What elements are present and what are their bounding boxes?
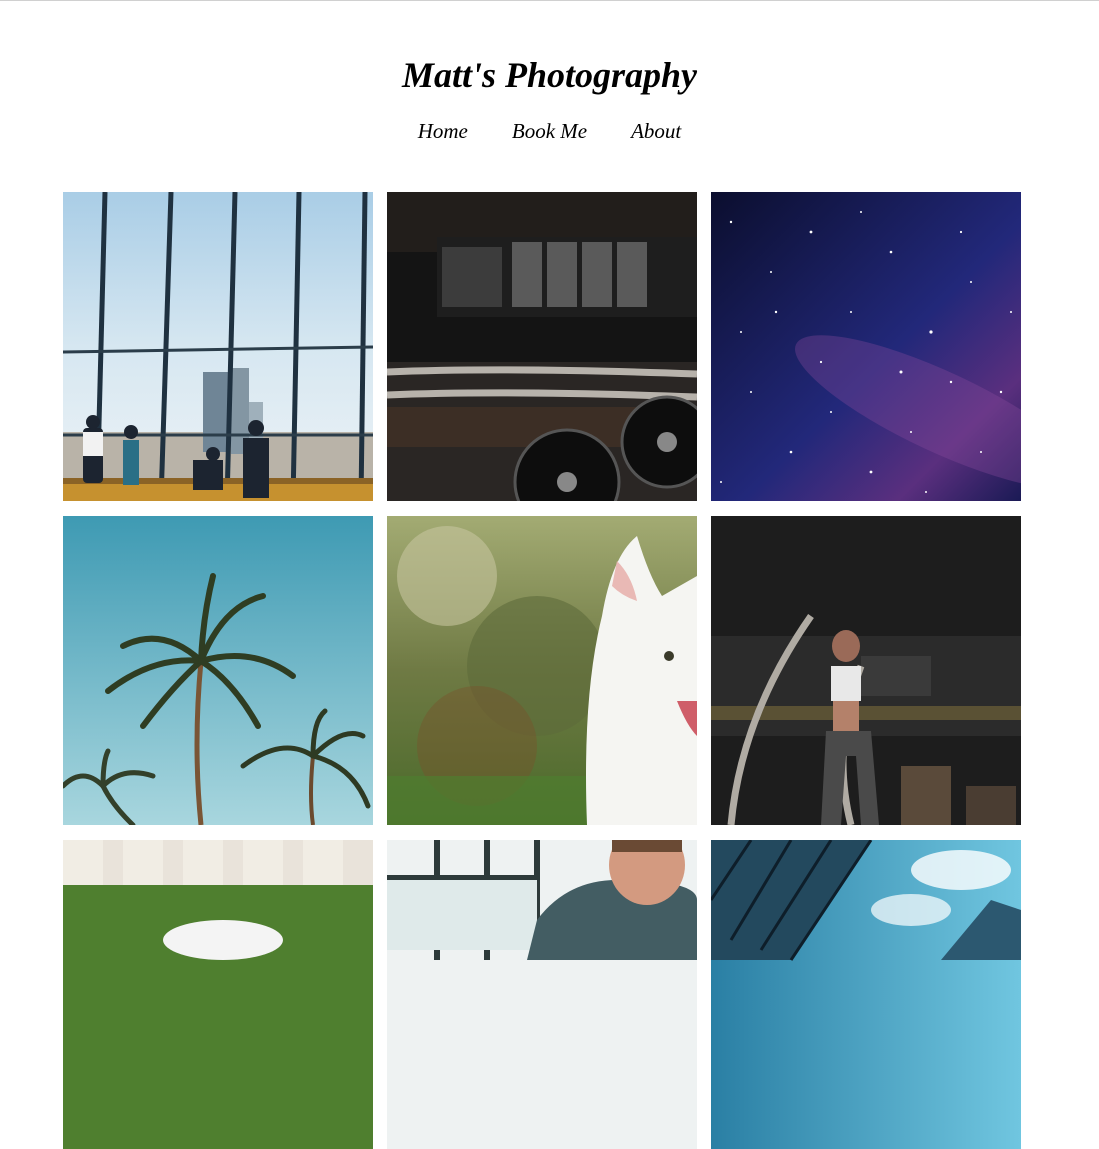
- gallery-photo-stars[interactable]: [711, 192, 1021, 501]
- gallery-photo-fence[interactable]: [63, 840, 373, 1149]
- nav-book-me-link[interactable]: Book Me: [512, 118, 587, 144]
- picket-fence-image: [63, 840, 373, 1149]
- gallery-photo-skyscraper[interactable]: [711, 840, 1021, 1149]
- white-dog-image: [387, 516, 697, 825]
- nav-home-link[interactable]: Home: [418, 118, 468, 144]
- nav-about-link[interactable]: About: [631, 118, 681, 144]
- office-windows-image: [63, 192, 373, 501]
- gym-weights-image: [387, 192, 697, 501]
- man-plaid-shirt-image: [387, 840, 697, 1149]
- gallery-photo-palms[interactable]: [63, 516, 373, 825]
- gallery-photo-office[interactable]: [63, 192, 373, 501]
- photo-gallery: [63, 192, 1021, 1149]
- gallery-photo-man[interactable]: [387, 840, 697, 1149]
- site-title: Matt's Photography: [401, 55, 698, 95]
- skyscraper-image: [711, 840, 1021, 1149]
- starry-sky-image: [711, 192, 1021, 501]
- gallery-photo-gym[interactable]: [387, 192, 697, 501]
- main-nav: Home Book Me About: [0, 118, 1099, 144]
- gallery-photo-dog[interactable]: [387, 516, 697, 825]
- gallery-photo-battle-ropes[interactable]: [711, 516, 1021, 825]
- battle-ropes-image: [711, 516, 1021, 825]
- palm-trees-image: [63, 516, 373, 825]
